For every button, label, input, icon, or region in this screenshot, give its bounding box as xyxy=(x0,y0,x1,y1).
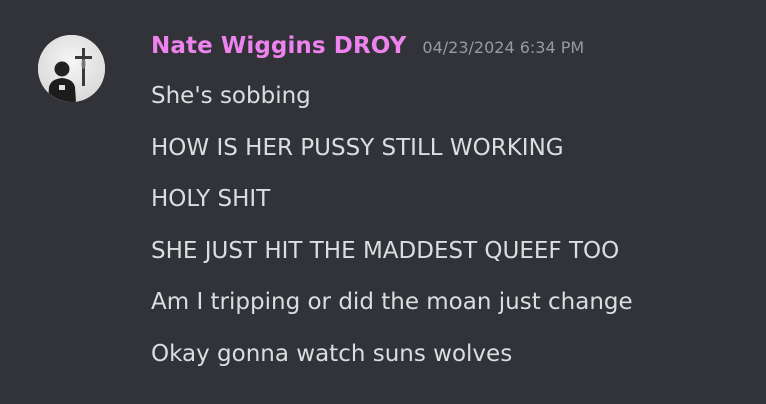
chat-message: Nate Wiggins DROY 04/23/2024 6:34 PM She… xyxy=(0,0,766,404)
message-content: She's sobbing HOW IS HER PUSSY STILL WOR… xyxy=(151,77,633,386)
avatar-photo-icon xyxy=(38,35,105,102)
message-line: HOW IS HER PUSSY STILL WORKING xyxy=(151,134,564,161)
message-line: She's sobbing xyxy=(151,83,311,109)
message-line: Am I tripping or did the moan just chang… xyxy=(151,289,633,315)
message-header: Nate Wiggins DROY 04/23/2024 6:34 PM xyxy=(151,33,584,69)
message-line: SHE JUST HIT THE MADDEST QUEEF TOO xyxy=(151,237,620,264)
message-timestamp[interactable]: 04/23/2024 6:34 PM xyxy=(422,38,584,57)
username[interactable]: Nate Wiggins DROY xyxy=(151,33,406,59)
user-avatar[interactable] xyxy=(38,35,105,102)
message-line: Okay gonna watch suns wolves xyxy=(151,340,513,367)
message-line: HOLY SHIT xyxy=(151,186,271,212)
